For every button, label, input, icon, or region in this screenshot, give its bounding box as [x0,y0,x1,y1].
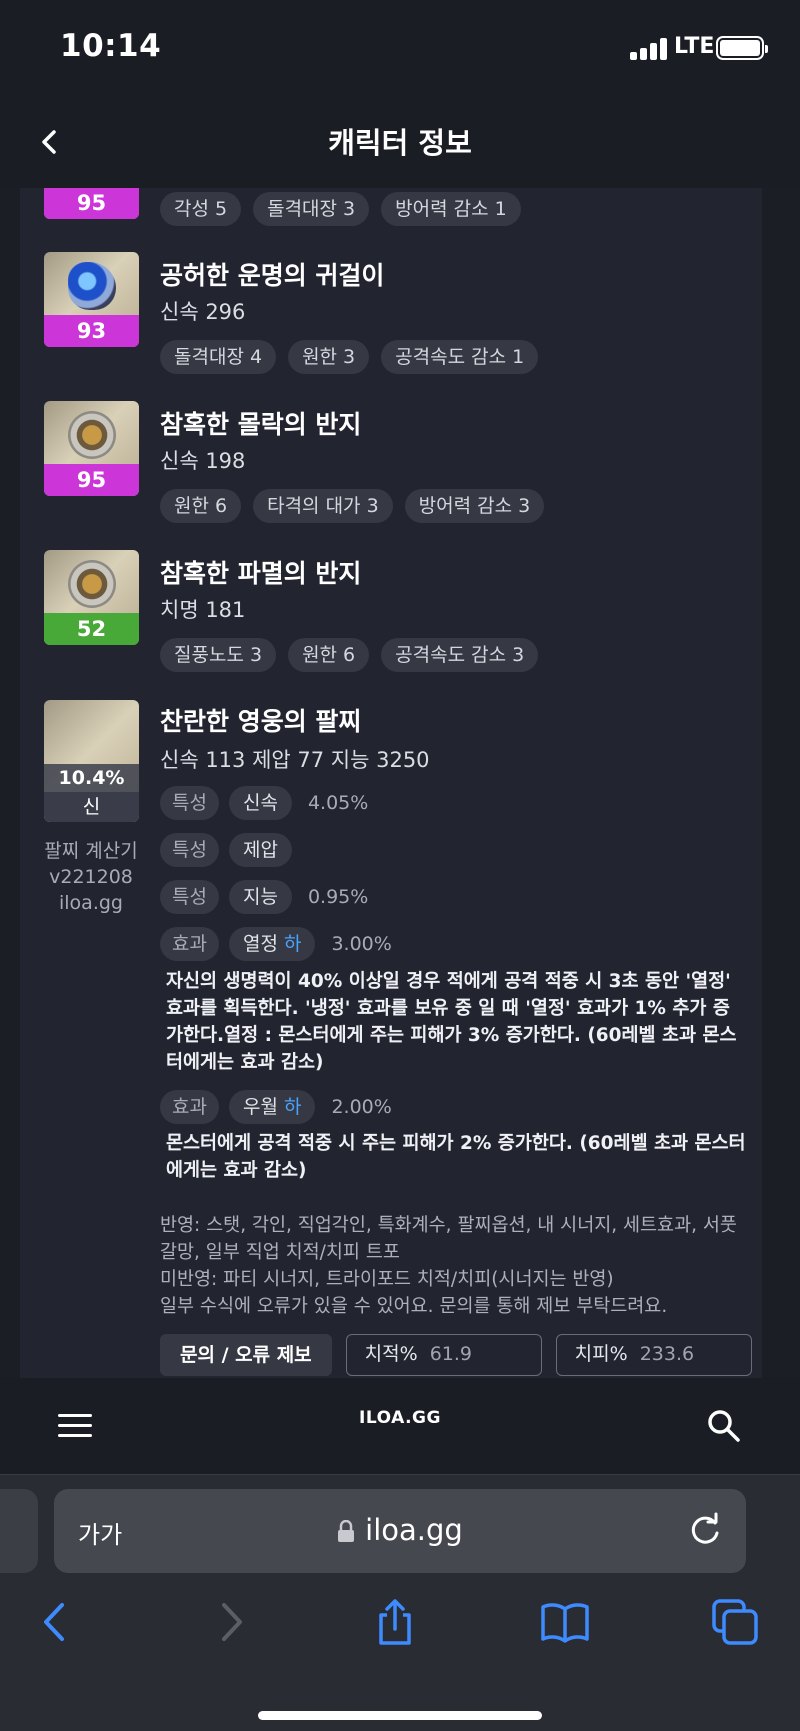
share-icon[interactable] [370,1597,420,1647]
quality-badge: 95 [44,188,139,219]
effect-description: 몬스터에게 공격 적중 시 주는 피해가 2% 증가한다. (60레벨 초과 몬… [166,1133,746,1181]
engraving-tag: 타격의 대가 3 [253,489,393,523]
bookmarks-icon[interactable] [540,1597,590,1647]
address-bar[interactable]: 가가 iloa.gg [54,1489,746,1573]
page-title: 캐릭터 정보 [328,126,472,160]
status-bar: 10:14 LTE [0,0,800,100]
engraving-tag: 원한 6 [160,489,242,523]
bracelet-option: 특성 신속 4.05% [160,786,368,820]
network-label: LTE [674,34,715,59]
engraving-tag: 원한 6 [288,638,370,672]
stat-summary-row: 문의 / 오류 제보 치적% 61.9 치피% 233.6 [160,1334,752,1376]
quality-badge: 52 [44,613,139,645]
effect-description: 자신의 생명력이 40% 이상일 경우 적에게 공격 적중 시 3초 동안 '열… [166,971,737,1073]
item-stat: 신속 296 [160,300,246,324]
bracelet-thumbnail: 10.4% 신 [44,700,139,822]
nav-header: 캐릭터 정보 [0,100,800,188]
browser-toolbar: 가가 iloa.gg [0,1474,800,1731]
item-thumbnail: 95 [44,401,139,496]
engraving-tag: 각성 5 [160,192,242,226]
bracelet-option: 특성 지능 0.95% [160,880,368,914]
engraving-tag: 질풍노도 3 [160,638,277,672]
cellular-signal-icon [630,38,672,60]
item-thumbnail: 95 [44,188,139,219]
tabs-icon[interactable] [710,1597,760,1647]
bracelet-option: 특성 제압 [160,833,292,867]
url-text: iloa.gg [365,1513,463,1547]
battery-icon [716,36,768,60]
bracelet-effect-option: 효과 열정 하 3.00% [160,927,392,961]
forward-arrow-icon[interactable] [204,1597,254,1647]
quality-badge: 95 [44,464,139,496]
character-equipment-panel: 95 각성 5 돌격대장 3 방어력 감소 1 93 공허한 운명의 귀걸이 신… [20,188,762,1378]
engraving-tag: 공격속도 감소 3 [381,638,539,672]
search-icon[interactable] [706,1408,742,1444]
item-name: 참혹한 몰락의 반지 [160,410,362,439]
item-thumbnail: 52 [44,550,139,645]
item-name: 참혹한 파멸의 반지 [160,559,362,588]
engraving-tag: 돌격대장 3 [253,192,370,226]
report-error-button[interactable]: 문의 / 오류 제보 [160,1334,332,1376]
previous-tab-preview[interactable] [0,1489,38,1573]
home-indicator [258,1711,542,1720]
reload-icon[interactable] [686,1511,724,1549]
item-stat: 치명 181 [160,598,246,622]
back-arrow-icon[interactable] [32,1597,82,1647]
bracelet-percent: 10.4% [44,764,139,792]
item-stat: 신속 198 [160,449,246,473]
bracelet-stats: 신속 113 제압 77 지능 3250 [160,748,430,772]
bracelet-grade: 신 [44,792,139,822]
engraving-tag: 원한 3 [288,340,370,374]
calculation-notes: 반영: 스탯, 각인, 직업각인, 특화계수, 팔찌옵션, 내 시너지, 세트효… [160,1215,737,1317]
site-logo[interactable]: ILOA.GG [0,1408,800,1428]
status-time: 10:14 [60,28,162,64]
item-thumbnail: 93 [44,252,139,347]
crit-damage-box: 치피% 233.6 [555,1334,752,1376]
engraving-tag: 공격속도 감소 1 [381,340,539,374]
calculator-version-label: 팔찌 계산기 v221208 iloa.gg [44,840,138,914]
engraving-tag: 돌격대장 4 [160,340,277,374]
engraving-tag: 방어력 감소 3 [404,489,545,523]
site-navbar: ILOA.GG [0,1378,800,1474]
engraving-tag: 방어력 감소 1 [381,192,521,226]
item-name: 공허한 운명의 귀걸이 [160,261,385,290]
lock-icon [338,1520,355,1542]
bracelet-name: 찬란한 영웅의 팔찌 [160,707,362,736]
crit-rate-box: 치적% 61.9 [345,1334,542,1376]
quality-badge: 93 [44,315,139,347]
bracelet-effect-option: 효과 우월 하 2.00% [160,1090,392,1124]
